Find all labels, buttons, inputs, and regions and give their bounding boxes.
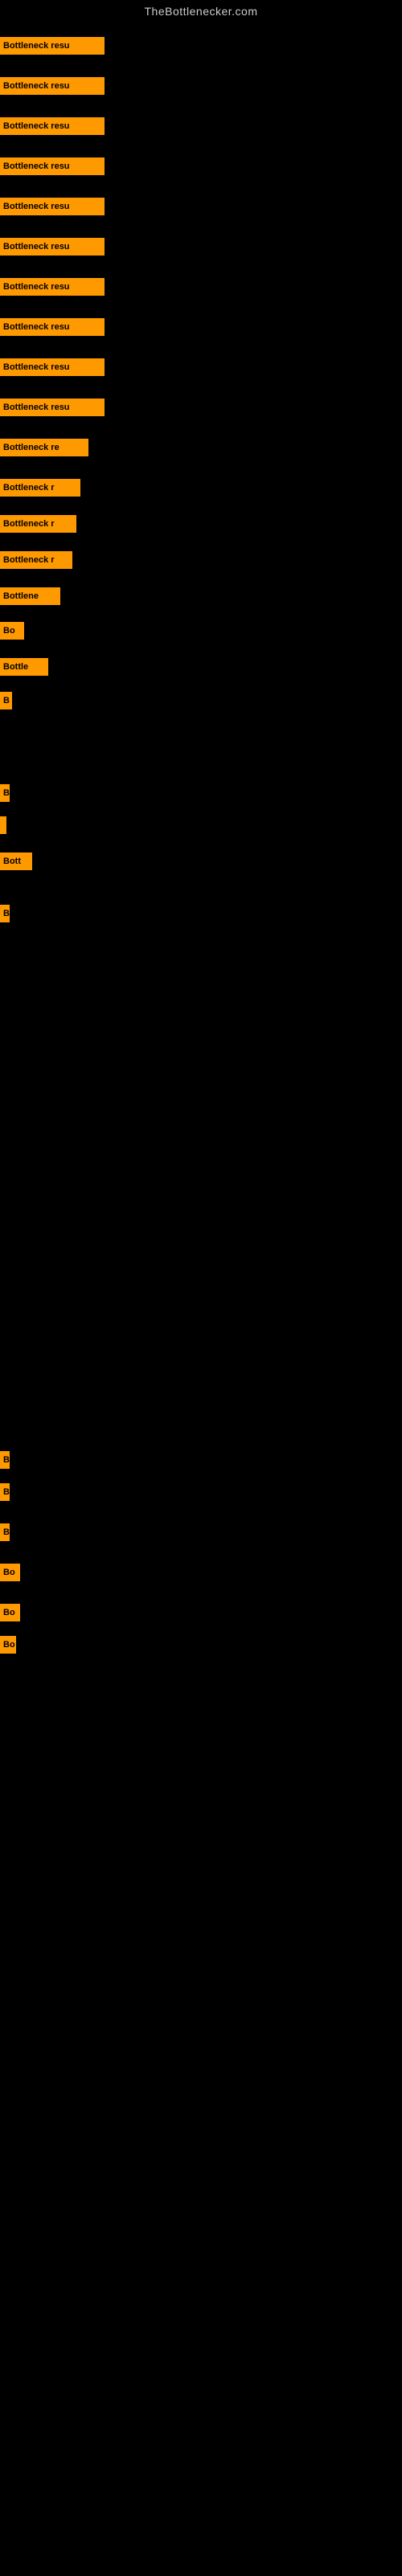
- bar-label-16: Bottle: [0, 658, 48, 676]
- bar-label-8: Bottleneck resu: [0, 358, 105, 376]
- bar-row-0: Bottleneck resu: [0, 37, 105, 55]
- site-header: TheBottlenecker.com: [0, 0, 402, 21]
- bar-row-17: B: [0, 692, 12, 709]
- bar-label-26: Bo: [0, 1604, 20, 1621]
- bar-row-23: B: [0, 1483, 10, 1501]
- bar-label-11: Bottleneck r: [0, 479, 80, 497]
- bar-label-19: [0, 816, 6, 834]
- bar-label-2: Bottleneck resu: [0, 117, 105, 135]
- bar-row-26: Bo: [0, 1604, 20, 1621]
- bar-row-8: Bottleneck resu: [0, 358, 105, 376]
- bar-row-4: Bottleneck resu: [0, 198, 105, 215]
- bar-row-22: B: [0, 1451, 10, 1469]
- bar-row-7: Bottleneck resu: [0, 318, 105, 336]
- bar-row-20: Bott: [0, 853, 32, 870]
- bar-label-0: Bottleneck resu: [0, 37, 105, 55]
- bar-row-16: Bottle: [0, 658, 48, 676]
- bar-row-24: B: [0, 1523, 10, 1541]
- bar-row-2: Bottleneck resu: [0, 117, 105, 135]
- bar-label-21: B: [0, 905, 10, 922]
- bar-row-6: Bottleneck resu: [0, 278, 105, 296]
- bar-row-10: Bottleneck re: [0, 439, 88, 456]
- bar-row-9: Bottleneck resu: [0, 399, 105, 416]
- bar-row-13: Bottleneck r: [0, 551, 72, 569]
- bar-label-24: B: [0, 1523, 10, 1541]
- bar-label-22: B: [0, 1451, 10, 1469]
- bar-row-11: Bottleneck r: [0, 479, 80, 497]
- bar-label-1: Bottleneck resu: [0, 77, 105, 95]
- bar-row-15: Bo: [0, 622, 24, 640]
- bar-label-3: Bottleneck resu: [0, 157, 105, 175]
- bar-row-25: Bo: [0, 1564, 20, 1581]
- bar-label-9: Bottleneck resu: [0, 399, 105, 416]
- bar-label-20: Bott: [0, 853, 32, 870]
- bars-container: Bottleneck resu Bottleneck resu Bottleneck…: [0, 21, 402, 2576]
- bar-label-12: Bottleneck r: [0, 515, 76, 533]
- bar-row-21: B: [0, 905, 10, 922]
- bar-row-1: Bottleneck resu: [0, 77, 105, 95]
- bar-row-14: Bottlene: [0, 587, 60, 605]
- bar-label-18: B: [0, 784, 10, 802]
- bar-label-25: Bo: [0, 1564, 20, 1581]
- bar-label-5: Bottleneck resu: [0, 238, 105, 256]
- site-title: TheBottlenecker.com: [0, 0, 402, 21]
- bar-label-23: B: [0, 1483, 10, 1501]
- bar-row-12: Bottleneck r: [0, 515, 76, 533]
- bar-row-27: Bo: [0, 1636, 16, 1654]
- bar-row-18: B: [0, 784, 10, 802]
- bar-row-19: [0, 816, 6, 834]
- bar-label-15: Bo: [0, 622, 24, 640]
- bar-row-3: Bottleneck resu: [0, 157, 105, 175]
- bar-label-10: Bottleneck re: [0, 439, 88, 456]
- bar-label-14: Bottlene: [0, 587, 60, 605]
- bar-label-13: Bottleneck r: [0, 551, 72, 569]
- bar-label-6: Bottleneck resu: [0, 278, 105, 296]
- bar-label-17: B: [0, 692, 12, 709]
- bar-label-4: Bottleneck resu: [0, 198, 105, 215]
- bar-row-5: Bottleneck resu: [0, 238, 105, 256]
- bar-label-7: Bottleneck resu: [0, 318, 105, 336]
- bar-label-27: Bo: [0, 1636, 16, 1654]
